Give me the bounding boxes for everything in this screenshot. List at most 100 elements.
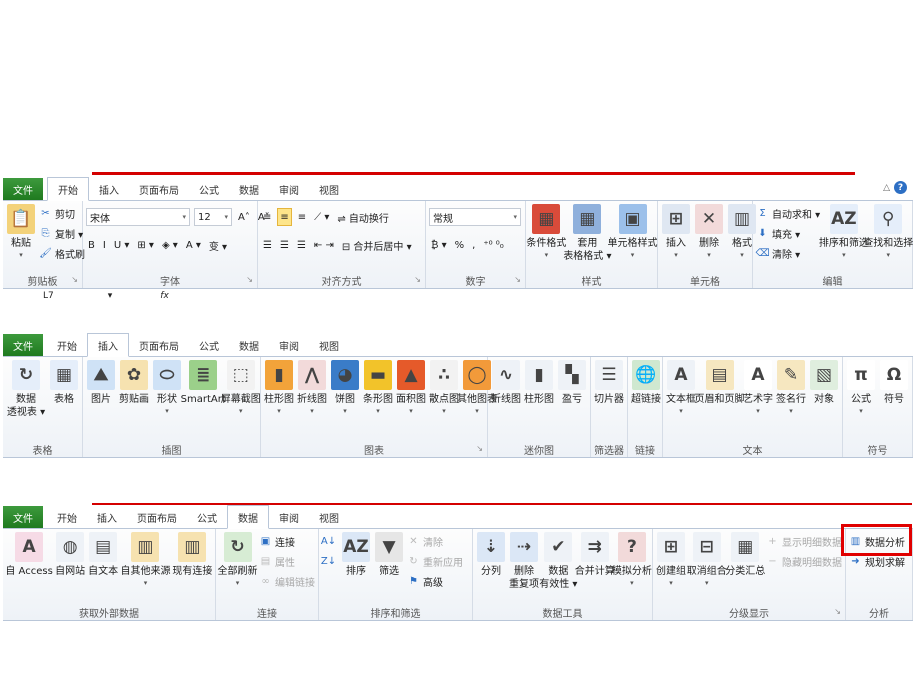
subtotal-button[interactable]: ▦ 分类汇总 bbox=[725, 532, 765, 578]
name-box[interactable]: L7 bbox=[43, 291, 54, 301]
hyperlink-button[interactable]: 🌐 超链接 bbox=[631, 360, 661, 406]
existing-connections-button[interactable]: ▥ 现有连接 bbox=[172, 532, 212, 578]
tab-5[interactable]: 数据 bbox=[227, 505, 269, 529]
cell-style-button[interactable]: ▣ 单元格样式 ▾ bbox=[608, 204, 658, 260]
tab-7[interactable]: 视图 bbox=[309, 506, 349, 528]
percent-button[interactable]: % bbox=[453, 236, 467, 254]
tab-6[interactable]: 审阅 bbox=[269, 334, 309, 356]
tab-0[interactable]: 文件 bbox=[3, 334, 43, 356]
comma-button[interactable]: , bbox=[470, 236, 477, 254]
indent-button[interactable]: ⇤ ⇥ bbox=[312, 236, 336, 254]
scatter-chart-button[interactable]: ∴ 散点图 ▾ bbox=[429, 360, 459, 416]
currency-button[interactable]: ₿ ▾ bbox=[429, 236, 449, 254]
text-to-columns-button[interactable]: ⇣ 分列 bbox=[476, 532, 506, 578]
tab-4[interactable]: 公式 bbox=[187, 506, 227, 528]
column-chart-button[interactable]: ▮ 柱形图 ▾ bbox=[264, 360, 294, 416]
minimize-ribbon-icon[interactable]: △ bbox=[883, 183, 890, 193]
reapply-button[interactable]: ↻ 重新应用 bbox=[407, 553, 463, 570]
orientation-button[interactable]: ⟋ ▾ bbox=[312, 208, 331, 226]
tab-2[interactable]: 插入 bbox=[89, 178, 129, 200]
pivot-table-button[interactable]: ↻ 数据 透视表 ▾ bbox=[6, 360, 46, 419]
border-button[interactable]: ⊞ ▾ bbox=[135, 236, 156, 254]
advanced-filter-button[interactable]: ⚑ 高级 bbox=[407, 573, 463, 590]
properties-button[interactable]: ▤ 属性 bbox=[259, 553, 315, 570]
tab-1[interactable]: 开始 bbox=[47, 177, 89, 201]
tab-0[interactable]: 文件 bbox=[3, 178, 43, 200]
phonetic-button[interactable]: 变 ▾ bbox=[207, 236, 229, 254]
dialog-launcher-icon[interactable]: ↘ bbox=[414, 275, 421, 284]
sparkline-winloss-button[interactable]: ▚ 盈亏 bbox=[557, 360, 587, 406]
dialog-launcher-icon[interactable]: ↘ bbox=[834, 607, 841, 616]
table-button[interactable]: ▦ 表格 bbox=[49, 360, 79, 406]
align-left-button[interactable]: ☰ bbox=[261, 236, 274, 254]
format-painter-button[interactable]: 🖌 格式刷 bbox=[39, 245, 85, 262]
align-right-button[interactable]: ☰ bbox=[295, 236, 308, 254]
tab-7[interactable]: 视图 bbox=[309, 334, 349, 356]
omega-button[interactable]: Ω 符号 bbox=[879, 360, 909, 406]
text-file-button[interactable]: ▤ 自文本 bbox=[88, 532, 118, 578]
smartart-button[interactable]: ≣ SmartArt bbox=[181, 360, 226, 406]
sort-asc-button[interactable]: A↓ bbox=[321, 533, 338, 550]
remove-duplicates-button[interactable]: ⇢ 删除 重复项 bbox=[509, 532, 539, 591]
tab-5[interactable]: 数据 bbox=[229, 178, 269, 200]
web-button[interactable]: ◍ 自网站 bbox=[55, 532, 85, 578]
align-bottom-button[interactable]: ≡ bbox=[296, 208, 308, 226]
tab-6[interactable]: 审阅 bbox=[269, 178, 309, 200]
access-button[interactable]: A 自 Access bbox=[5, 532, 53, 578]
signature-button[interactable]: ✎ 签名行 ▾ bbox=[776, 360, 806, 416]
grow-font-button[interactable]: A˄ bbox=[236, 208, 252, 226]
pie-chart-button[interactable]: ◕ 饼图 ▾ bbox=[330, 360, 360, 416]
tab-3[interactable]: 页面布局 bbox=[129, 178, 189, 200]
dialog-launcher-icon[interactable]: ↘ bbox=[246, 275, 253, 284]
wrap-text-button[interactable]: ⇌ 自动换行 bbox=[335, 208, 391, 226]
tab-0[interactable]: 文件 bbox=[3, 506, 43, 528]
sigma-button[interactable]: Σ 自动求和 ▾ bbox=[756, 205, 820, 222]
dialog-launcher-icon[interactable]: ↘ bbox=[476, 444, 483, 453]
align-middle-button[interactable]: ≡ bbox=[277, 208, 292, 226]
name-box-dropdown-icon[interactable]: ▾ bbox=[108, 291, 113, 301]
copy-button[interactable]: ⎘ 复制 ▾ bbox=[39, 225, 85, 242]
conditional-format-button[interactable]: ▦ 条件格式 ▾ bbox=[526, 204, 566, 260]
object-button[interactable]: ▧ 对象 bbox=[809, 360, 839, 406]
number-format-combo[interactable]: 常规 bbox=[429, 208, 521, 226]
bold-button[interactable]: B bbox=[86, 236, 97, 254]
tab-2[interactable]: 插入 bbox=[87, 333, 129, 357]
screenshot-button[interactable]: ⬚ 屏幕截图 ▾ bbox=[221, 360, 261, 416]
sparkline-line-button[interactable]: ∿ 折线图 bbox=[491, 360, 521, 406]
slicer-button[interactable]: ☰ 切片器 bbox=[594, 360, 624, 406]
show-detail-button[interactable]: + 显示明细数据 bbox=[766, 533, 842, 550]
dialog-launcher-icon[interactable]: ↘ bbox=[71, 275, 78, 284]
data-validation-button[interactable]: ✔ 数据 有效性 ▾ bbox=[539, 532, 577, 591]
scissors-button[interactable]: ✂ 剪切 bbox=[39, 205, 85, 222]
insert-cells-button[interactable]: ⊞ 插入 ▾ bbox=[661, 204, 691, 260]
clip-art-button[interactable]: ✿ 剪贴画 bbox=[119, 360, 149, 406]
tab-3[interactable]: 页面布局 bbox=[127, 506, 187, 528]
pi-button[interactable]: π 公式 ▾ bbox=[846, 360, 876, 416]
help-icon[interactable]: ? bbox=[894, 181, 907, 194]
font-size-combo[interactable]: 12 bbox=[194, 208, 232, 226]
tab-4[interactable]: 公式 bbox=[189, 178, 229, 200]
sparkline-column-button[interactable]: ▮ 柱形图 bbox=[524, 360, 554, 406]
align-center-button[interactable]: ☰ bbox=[278, 236, 291, 254]
ungroup-button[interactable]: ⊟ 取消组合 ▾ bbox=[687, 532, 727, 588]
refresh-all-button[interactable]: ↻ 全部刷新 ▾ bbox=[218, 532, 258, 588]
connections-button[interactable]: ▣ 连接 bbox=[259, 533, 315, 550]
dialog-launcher-icon[interactable]: ↘ bbox=[514, 275, 521, 284]
picture-button[interactable]: ⛰ 图片 bbox=[86, 360, 116, 406]
other-sources-button[interactable]: ▥ 自其他来源 ▾ bbox=[120, 532, 170, 588]
clear-filter-button[interactable]: ✕ 清除 bbox=[407, 533, 463, 550]
italic-button[interactable]: I bbox=[101, 236, 108, 254]
font-name-combo[interactable]: 宋体 bbox=[86, 208, 190, 226]
hide-detail-button[interactable]: − 隐藏明细数据 bbox=[766, 553, 842, 570]
shapes-button[interactable]: ⬭ 形状 ▾ bbox=[152, 360, 182, 416]
tab-7[interactable]: 视图 bbox=[309, 178, 349, 200]
textbox-button[interactable]: A 文本框 ▾ bbox=[666, 360, 696, 416]
header-footer-button[interactable]: ▤ 页眉和页脚 bbox=[695, 360, 745, 406]
bar-chart-button[interactable]: ▬ 条形图 ▾ bbox=[363, 360, 393, 416]
filter-button[interactable]: ▼ 筛选 bbox=[374, 532, 404, 578]
paste-button[interactable]: 📋 粘贴 ▾ bbox=[6, 204, 36, 260]
sort-filter-button[interactable]: AZ 排序和筛选 ▾ bbox=[819, 204, 869, 260]
tab-1[interactable]: 开始 bbox=[47, 334, 87, 356]
merge-center-button[interactable]: ⊟ 合并后居中 ▾ bbox=[340, 236, 414, 254]
tab-6[interactable]: 审阅 bbox=[269, 506, 309, 528]
